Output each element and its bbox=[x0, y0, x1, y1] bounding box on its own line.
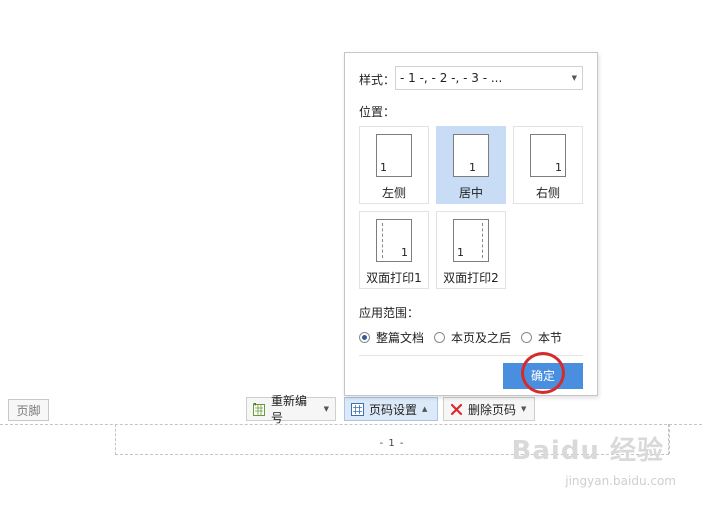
scope-option-label: 整篇文档 bbox=[376, 331, 425, 345]
scope-option-label: 本节 bbox=[538, 331, 563, 345]
position-option-label: 双面打印1 bbox=[366, 271, 422, 285]
delete-icon bbox=[450, 403, 463, 416]
page-thumbnail-icon: 1 bbox=[376, 219, 412, 262]
page-number-settings-panel: 样式： - 1 -, - 2 -, - 3 - ... ▼ 位置： 1 左侧 1… bbox=[344, 52, 598, 396]
radio-unselected-icon bbox=[434, 332, 446, 343]
highlight-circle bbox=[521, 352, 565, 394]
radio-selected-icon bbox=[359, 332, 370, 343]
page-thumbnail-icon: 1 bbox=[376, 134, 412, 177]
position-option-duplex-1[interactable]: 1 双面打印1 bbox=[359, 211, 429, 289]
baidu-watermark-url: jingyan.baidu.com bbox=[565, 474, 676, 488]
page-settings-button[interactable]: 页码设置 ▲ bbox=[344, 397, 438, 421]
scope-option-this-section[interactable]: 本节 bbox=[521, 329, 562, 346]
page-settings-label: 页码设置 bbox=[369, 402, 418, 417]
delete-page-number-label: 删除页码 bbox=[468, 402, 517, 417]
chevron-down-icon: ▼ bbox=[521, 405, 527, 413]
chevron-up-icon: ▲ bbox=[422, 405, 428, 413]
scope-radio-group: 整篇文档 本页及之后 本节 bbox=[359, 329, 562, 346]
style-select-value: - 1 -, - 2 -, - 3 - ... bbox=[400, 71, 503, 85]
page-number-sample: 1 bbox=[457, 246, 464, 259]
position-option-duplex-2[interactable]: 1 双面打印2 bbox=[436, 211, 506, 289]
radio-unselected-icon bbox=[521, 332, 533, 343]
style-select[interactable]: - 1 -, - 2 -, - 3 - ... ▼ bbox=[395, 66, 583, 90]
chevron-down-icon: ▼ bbox=[571, 74, 577, 82]
position-option-right[interactable]: 1 右侧 bbox=[513, 126, 583, 204]
position-label: 位置： bbox=[359, 105, 396, 119]
position-option-label: 居中 bbox=[458, 186, 483, 200]
page-thumbnail-icon: 1 bbox=[453, 134, 489, 177]
baidu-watermark-logo: Baidu 经验 bbox=[511, 436, 664, 466]
page-number-sample: 1 bbox=[555, 161, 562, 174]
chevron-down-icon: ▼ bbox=[323, 405, 329, 413]
footer-tag: 页脚 bbox=[8, 399, 49, 421]
binding-line bbox=[482, 223, 483, 258]
renumber-label: 重新编号 bbox=[271, 394, 308, 425]
scope-option-whole-document[interactable]: 整篇文档 bbox=[359, 329, 424, 346]
page-thumbnail-icon: 1 bbox=[530, 134, 566, 177]
page-settings-icon bbox=[351, 402, 364, 416]
scope-option-label: 本页及之后 bbox=[451, 331, 512, 345]
scope-option-this-page-onward[interactable]: 本页及之后 bbox=[434, 329, 511, 346]
renumber-icon bbox=[253, 402, 266, 416]
position-option-left[interactable]: 1 左侧 bbox=[359, 126, 429, 204]
style-label: 样式： bbox=[359, 73, 396, 87]
position-option-label: 双面打印2 bbox=[443, 271, 499, 285]
page-number-sample: 1 bbox=[380, 161, 387, 174]
delete-page-number-button[interactable]: 删除页码 ▼ bbox=[443, 397, 535, 421]
position-option-label: 左侧 bbox=[381, 186, 406, 200]
page-number-sample: 1 bbox=[469, 161, 476, 174]
page-thumbnail-icon: 1 bbox=[453, 219, 489, 262]
binding-line bbox=[382, 223, 383, 258]
page-number-sample: 1 bbox=[401, 246, 408, 259]
footer-right-edge bbox=[669, 424, 698, 454]
renumber-button[interactable]: 重新编号 ▼ bbox=[246, 394, 336, 425]
position-option-label: 右侧 bbox=[535, 186, 560, 200]
scope-label: 应用范围： bbox=[359, 306, 420, 320]
position-option-center[interactable]: 1 居中 bbox=[436, 126, 506, 204]
